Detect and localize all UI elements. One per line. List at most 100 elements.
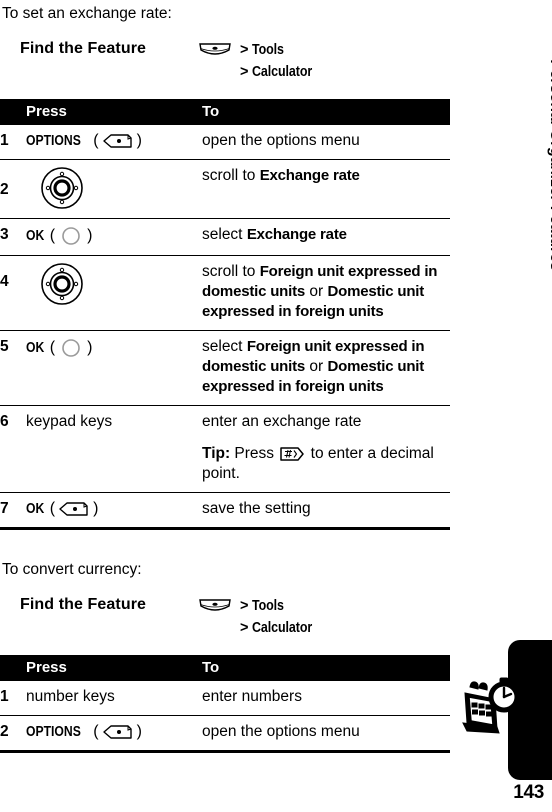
softkey-label: OK [26, 228, 45, 244]
softkey-icon [102, 725, 132, 739]
step-press: keypad keys [26, 405, 202, 493]
step-text: enter an exchange rate [202, 413, 362, 430]
step-press: OK ( ) [26, 492, 202, 530]
step-number: 3 [0, 218, 26, 256]
paren-close: ) [87, 227, 93, 244]
steps-table: Press To 1 OPTIONS () open the options … [0, 99, 450, 530]
step-description: scroll to Foreign unit expressed in dome… [202, 255, 450, 331]
table-row: 6 keypad keys enter an exchange rate Tip… [0, 405, 450, 493]
table-row: 1 OPTIONS ( ) open the options menu [0, 125, 450, 160]
softkey-icon [102, 134, 132, 148]
step-number: 7 [0, 492, 26, 530]
step-number: 1 [0, 125, 26, 160]
step-description: save the setting [202, 492, 450, 530]
softkey-label: OPTIONS [26, 133, 81, 149]
menu-item-calculator[interactable]: Calculator [252, 63, 312, 81]
path-separator: > [240, 598, 249, 614]
col-header-press: Press [26, 99, 202, 125]
softkey-label: OPTIONS [26, 724, 81, 740]
find-the-feature-path: > Tools > Calculator [198, 596, 322, 637]
step-description: enter numbers [202, 681, 450, 716]
step-press [26, 255, 202, 331]
step-text: enter numbers [202, 688, 302, 705]
col-header-to: To [202, 99, 450, 125]
step-number: 2 [0, 159, 26, 219]
section-intro: To set an exchange rate: [2, 5, 172, 22]
step-number: 1 [0, 681, 26, 716]
star-hash-key-icon [280, 447, 305, 461]
menu-path-line: > Calculator [198, 619, 322, 637]
paren-open: ( [49, 227, 56, 244]
table-row: 7 OK ( ) save the setting [0, 492, 450, 530]
section-intro: To convert currency: [2, 561, 142, 578]
section-set-exchange-rate: To set an exchange rate: Find the Featur… [0, 0, 460, 530]
paren-open: ( [49, 339, 56, 356]
page-number: 143 [513, 782, 544, 803]
col-header-number [0, 99, 26, 125]
page-content: To set an exchange rate: Find the Featur… [0, 0, 460, 753]
step-description: select Exchange rate [202, 218, 450, 256]
table-row: 3 OK ( ) select Exchange rate [0, 218, 450, 256]
step-description: scroll to Exchange rate [202, 159, 450, 219]
path-separator: > [240, 64, 249, 80]
path-separator: > [240, 620, 249, 636]
step-description: open the options menu [202, 125, 450, 160]
step-press: number keys [26, 681, 202, 716]
step-number: 2 [0, 715, 26, 753]
step-text-bold: Exchange rate [246, 226, 347, 243]
table-header-row: Press To [0, 655, 450, 681]
table-row: 5 OK ( ) select Foreign unit expressed i… [0, 330, 450, 406]
menu-path-line: > Tools [198, 597, 322, 615]
tip-label: Tip: [202, 445, 231, 462]
section-title-vertical: Personal Organizer Features [547, 60, 552, 272]
menu-path-line: > Calculator [198, 63, 322, 81]
organizer-clock-icon [462, 677, 520, 734]
path-separator: > [240, 42, 249, 58]
section-convert-currency: To convert currency: Find the Feature > … [0, 556, 460, 753]
step-description: enter an exchange rate Tip: Press to ent… [202, 405, 450, 493]
find-the-feature-label: Find the Feature [20, 40, 147, 57]
step-text: or [305, 283, 328, 300]
center-select-icon [62, 227, 80, 245]
paren-open: ( [93, 723, 99, 740]
menu-item-tools[interactable]: Tools [252, 41, 284, 59]
step-description: select Foreign unit expressed in domesti… [202, 330, 450, 406]
step-press: OK ( ) [26, 218, 202, 256]
paren-open: ( [93, 132, 99, 149]
softkey-label: OK [26, 501, 45, 517]
paren-close: ) [136, 723, 142, 740]
paren-close: ) [93, 500, 99, 517]
menu-item-tools[interactable]: Tools [252, 597, 284, 615]
col-header-to: To [202, 655, 450, 681]
tip-note: Tip: Press to enter a decimal point. [202, 444, 444, 484]
navigation-disc-icon [41, 263, 83, 305]
step-number: 5 [0, 330, 26, 406]
find-the-feature-path: > Tools > Calculator [198, 40, 322, 81]
step-number: 4 [0, 255, 26, 331]
find-the-feature-label: Find the Feature [20, 596, 147, 613]
find-the-feature-block: Find the Feature > Tools > Calculator [0, 24, 460, 85]
navigation-disc-icon [41, 167, 83, 209]
softkey-icon [59, 502, 88, 516]
menu-item-calculator[interactable]: Calculator [252, 619, 312, 637]
step-text: select [202, 338, 247, 355]
step-press [26, 159, 202, 219]
step-press: OPTIONS ( ) [26, 715, 202, 753]
find-the-feature-block: Find the Feature > Tools > Calculator [0, 580, 460, 641]
col-header-number [0, 655, 26, 681]
col-header-press: Press [26, 655, 202, 681]
table-row: 4 scroll to Foreign unit expressed in do… [0, 255, 450, 331]
steps-table: Press To 1 number keys enter numbers 2 O… [0, 655, 450, 753]
step-text: scroll to [202, 263, 260, 280]
step-text: or [305, 358, 328, 375]
step-text: select [202, 226, 247, 243]
softkey-label: OK [26, 340, 45, 356]
step-text: scroll to [202, 167, 260, 184]
menu-path-line: > Tools [198, 41, 322, 59]
menu-key-icon [199, 599, 231, 611]
table-row: 1 number keys enter numbers [0, 681, 450, 716]
step-text: open the options menu [202, 132, 360, 149]
tip-before: Press [230, 445, 279, 462]
table-header-row: Press To [0, 99, 450, 125]
step-press: OK ( ) [26, 330, 202, 406]
